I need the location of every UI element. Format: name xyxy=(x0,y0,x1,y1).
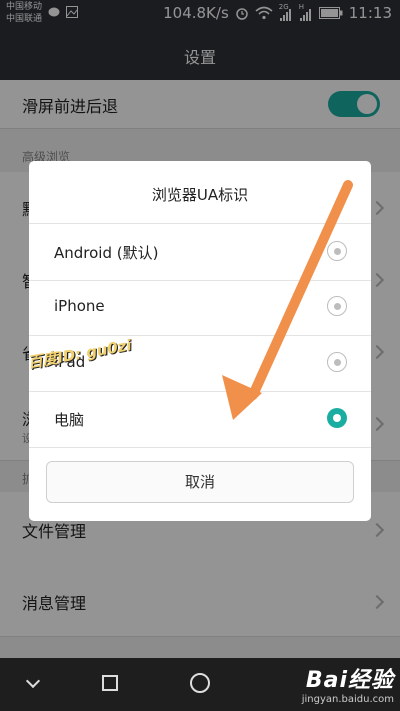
ua-option-label: Android (默认) xyxy=(54,244,159,262)
ua-option-pc[interactable]: 电脑 xyxy=(29,391,371,448)
brand-url: jingyan.baidu.com xyxy=(301,694,394,705)
radio-icon[interactable] xyxy=(327,241,347,261)
back-icon[interactable] xyxy=(25,673,41,689)
cancel-button[interactable]: 取消 xyxy=(46,461,354,503)
brand-logo: Bai经验 xyxy=(305,668,394,693)
ua-dialog: 浏览器UA标识 Android (默认) iPhone iPad 电脑 取消 xyxy=(29,161,371,521)
brand-watermark: Bai经验 jingyan.baidu.com xyxy=(302,662,394,705)
dialog-title: 浏览器UA标识 xyxy=(151,186,249,204)
ua-option-label: iPhone xyxy=(54,297,105,315)
home-icon[interactable] xyxy=(102,675,118,691)
ua-option-android[interactable]: Android (默认) xyxy=(29,223,371,281)
radio-icon[interactable] xyxy=(327,352,347,372)
ua-option-iphone[interactable]: iPhone xyxy=(29,279,371,336)
radio-selected-icon[interactable] xyxy=(327,408,347,428)
recents-icon[interactable] xyxy=(190,673,210,693)
ua-option-label: 电脑 xyxy=(54,411,85,429)
radio-icon[interactable] xyxy=(327,296,347,316)
